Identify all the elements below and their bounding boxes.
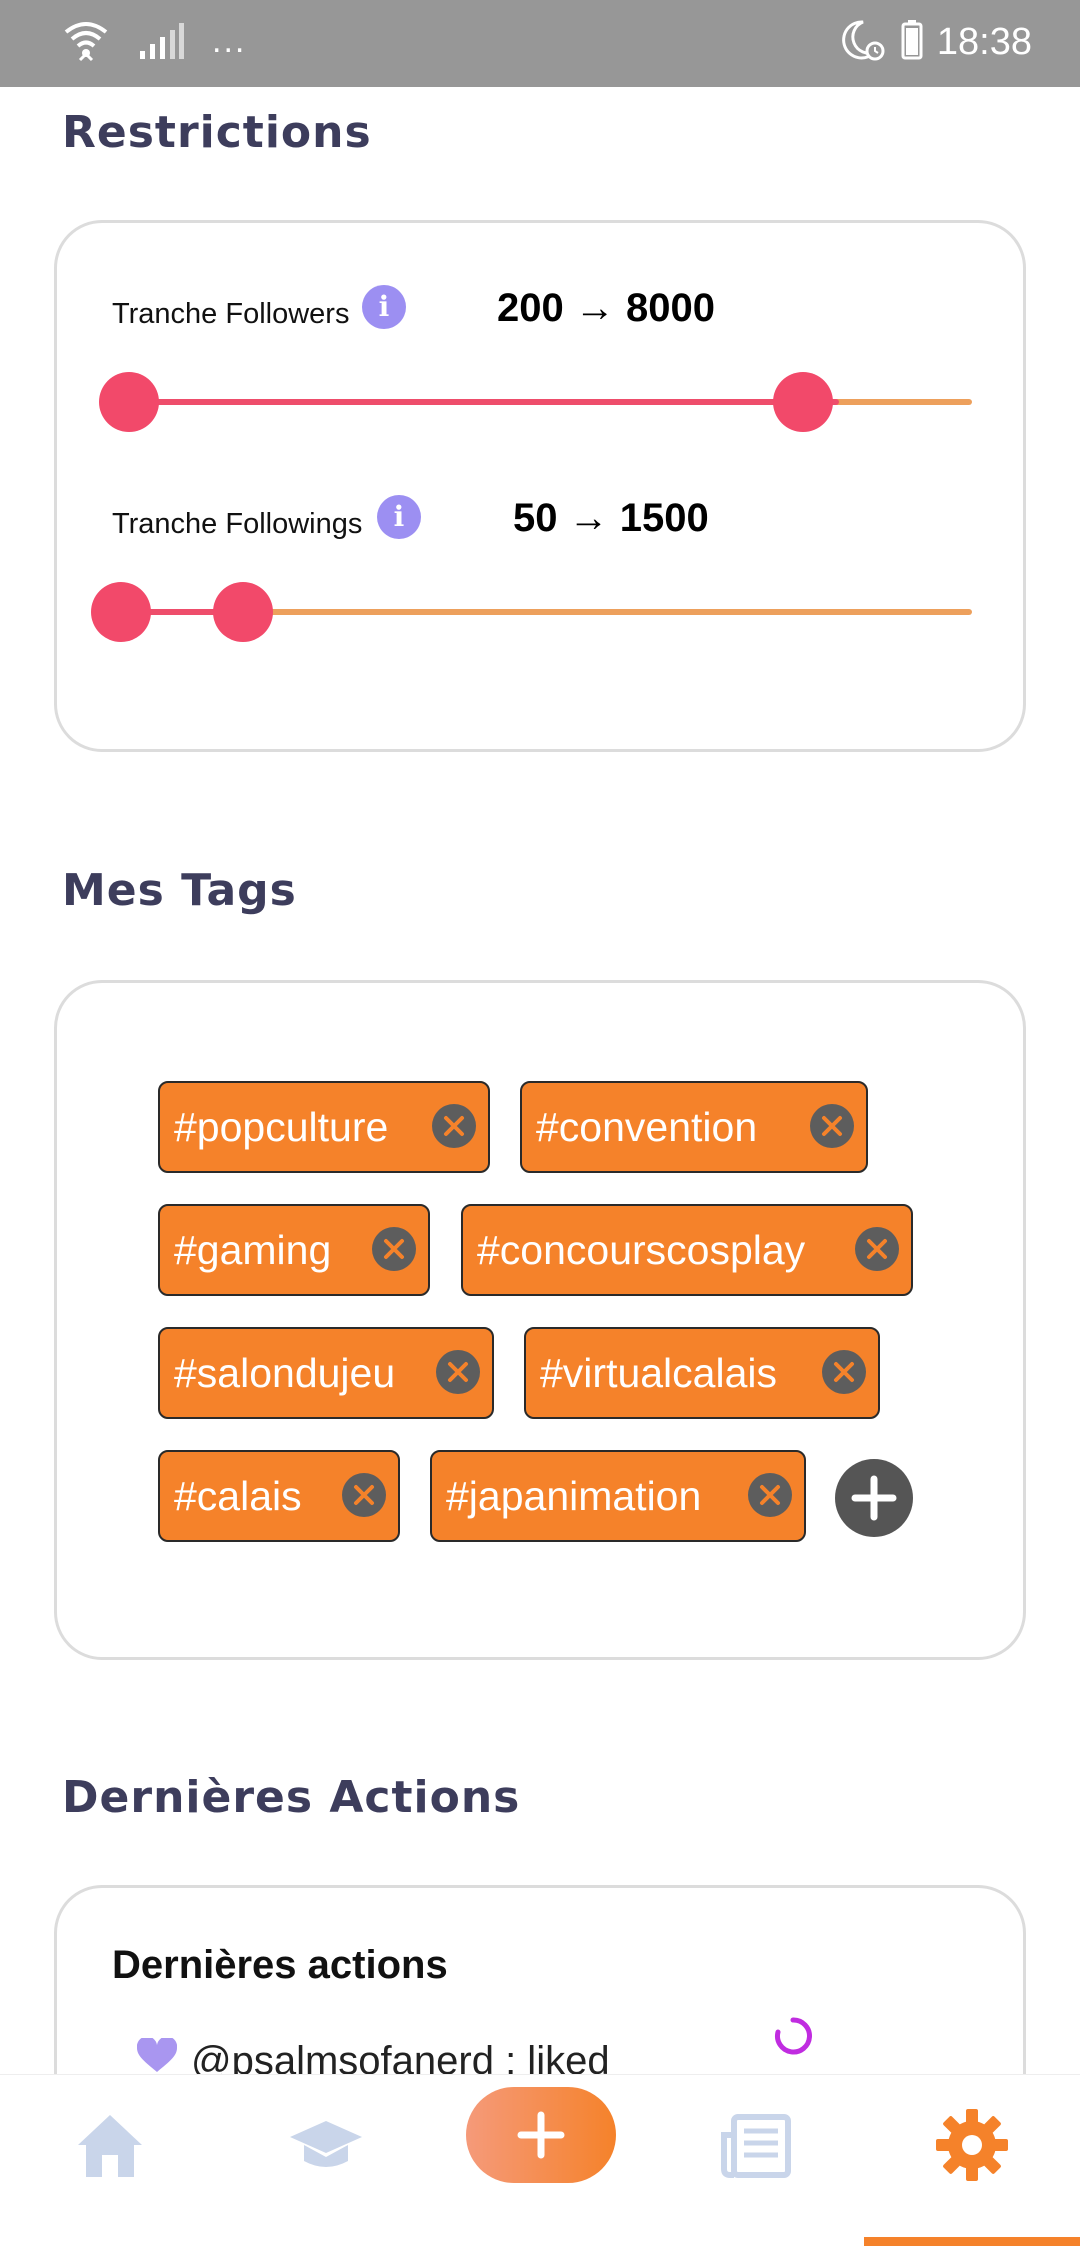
followings-info-icon[interactable]: i: [377, 495, 421, 539]
active-tab-indicator: [864, 2237, 1080, 2246]
tags-card: #popculture #convention #gaming #concour…: [54, 980, 1026, 1660]
tag-chip[interactable]: #concourscosplay: [461, 1204, 913, 1296]
heart-icon: [136, 2036, 178, 2074]
tag-chip[interactable]: #convention: [520, 1081, 868, 1173]
action-text: @psalmsofanerd : liked: [191, 2038, 610, 2075]
tag-label: #popculture: [174, 1104, 389, 1150]
tag-chip[interactable]: #popculture: [158, 1081, 490, 1173]
tag-chip[interactable]: #salondujeu: [158, 1327, 494, 1419]
action-row: @psalmsofanerd : liked: [136, 2036, 610, 2075]
tag-label: #salondujeu: [174, 1350, 396, 1396]
status-time: 18:38: [936, 21, 1032, 63]
remove-tag-icon[interactable]: [436, 1350, 480, 1394]
home-icon[interactable]: [70, 2105, 150, 2185]
remove-tag-icon[interactable]: [342, 1473, 386, 1517]
followers-range-label: Tranche Followers: [112, 298, 350, 330]
restrictions-title: Restrictions: [62, 107, 372, 158]
tag-label: #gaming: [174, 1227, 332, 1273]
remove-tag-icon[interactable]: [822, 1350, 866, 1394]
remove-tag-icon[interactable]: [372, 1227, 416, 1271]
status-overflow: ...: [212, 21, 247, 60]
tags-title: Mes Tags: [62, 865, 297, 916]
followings-slider-max-thumb[interactable]: [213, 582, 273, 642]
actions-title: Dernières Actions: [62, 1772, 521, 1823]
tag-chip[interactable]: #japanimation: [430, 1450, 806, 1542]
moon-alarm-icon: [841, 18, 887, 67]
followings-range-label: Tranche Followings: [112, 508, 363, 540]
tag-label: #concourscosplay: [477, 1227, 806, 1273]
bottom-navigation: [0, 2074, 1080, 2246]
signal-icon: [138, 23, 184, 64]
tag-label: #calais: [174, 1473, 302, 1519]
battery-icon: [901, 20, 923, 65]
followers-slider-fill: [129, 399, 839, 405]
followers-slider-min-thumb[interactable]: [99, 372, 159, 432]
add-tag-button[interactable]: [835, 1459, 913, 1537]
followings-slider-min-thumb[interactable]: [91, 582, 151, 642]
tag-chip[interactable]: #virtualcalais: [524, 1327, 880, 1419]
loading-spinner-icon: [772, 2015, 814, 2062]
actions-card: Dernières actions @psalmsofanerd : liked: [54, 1885, 1026, 2074]
tag-label: #virtualcalais: [540, 1350, 777, 1396]
tag-chip[interactable]: #gaming: [158, 1204, 430, 1296]
remove-tag-icon[interactable]: [855, 1227, 899, 1271]
tag-chip[interactable]: #calais: [158, 1450, 400, 1542]
status-left: ...: [62, 18, 246, 69]
newspaper-icon[interactable]: [716, 2105, 796, 2185]
followers-slider-max-thumb[interactable]: [773, 372, 833, 432]
status-bar: ... 18:38: [0, 0, 1080, 87]
add-icon: [517, 2111, 565, 2159]
tag-label: #japanimation: [446, 1473, 702, 1519]
settings-scroll-area[interactable]: Restrictions Tranche Followers i 200 → 8…: [0, 87, 1080, 2074]
remove-tag-icon[interactable]: [810, 1104, 854, 1148]
status-right: 18:38: [841, 18, 1032, 67]
remove-tag-icon[interactable]: [432, 1104, 476, 1148]
followings-range-value: 50 → 1500: [513, 496, 709, 540]
wifi-icon: [62, 18, 110, 69]
plus-icon: [851, 1475, 897, 1521]
restrictions-card: Tranche Followers i 200 → 8000 Tranche F…: [54, 220, 1026, 752]
tag-label: #convention: [536, 1104, 758, 1150]
settings-icon[interactable]: [932, 2105, 1012, 2185]
followers-info-icon[interactable]: i: [362, 285, 406, 329]
add-button[interactable]: [466, 2087, 616, 2183]
followers-range-value: 200 → 8000: [497, 286, 715, 330]
remove-tag-icon[interactable]: [748, 1473, 792, 1517]
graduation-cap-icon[interactable]: [286, 2105, 366, 2185]
actions-card-title: Dernières actions: [112, 1943, 448, 1987]
